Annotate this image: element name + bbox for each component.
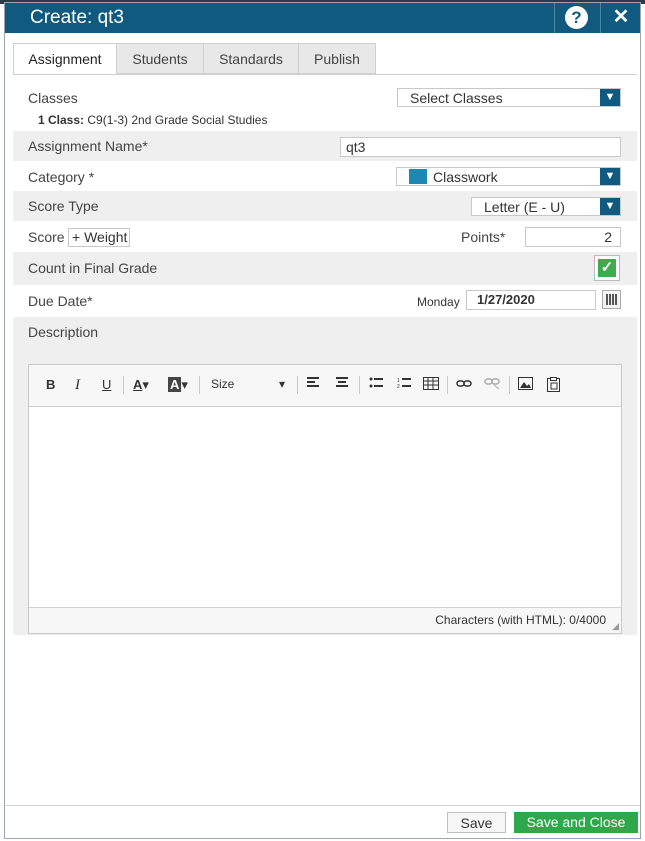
score-label: Score bbox=[28, 229, 65, 245]
score-type-select-value: Letter (E - U) bbox=[484, 199, 565, 215]
due-date-row: Due Date* Monday 1/27/2020 bbox=[13, 285, 637, 317]
size-dropdown[interactable]: Size ▾ bbox=[211, 377, 285, 391]
due-date-label: Due Date* bbox=[28, 293, 93, 309]
score-type-label: Score Type bbox=[28, 198, 99, 214]
category-row: Category * Classwork ▼ bbox=[13, 161, 637, 191]
count-final-row: Count in Final Grade ✓ bbox=[13, 252, 637, 285]
title-separator bbox=[554, 3, 555, 33]
paste-icon[interactable] bbox=[547, 377, 560, 395]
score-type-row: Score Type Letter (E - U) ▼ bbox=[13, 191, 637, 221]
category-color-swatch bbox=[409, 169, 427, 184]
category-select[interactable]: Classwork ▼ bbox=[396, 167, 621, 186]
category-label: Category * bbox=[28, 169, 95, 185]
svg-text:2: 2 bbox=[397, 384, 400, 389]
help-button[interactable]: ? bbox=[565, 6, 588, 29]
checkmark-icon: ✓ bbox=[598, 259, 616, 277]
assignment-name-input[interactable]: qt3 bbox=[340, 137, 621, 157]
tab-students[interactable]: Students bbox=[116, 43, 204, 74]
italic-icon[interactable]: I bbox=[75, 377, 80, 394]
resize-handle-icon[interactable]: ◢ bbox=[612, 621, 619, 632]
assignment-name-row: Assignment Name* qt3 bbox=[13, 131, 637, 161]
title-separator bbox=[600, 3, 601, 33]
assignment-name-label: Assignment Name* bbox=[28, 138, 148, 154]
save-and-close-button[interactable]: Save and Close bbox=[514, 812, 638, 833]
due-date-input[interactable]: 1/27/2020 bbox=[466, 290, 596, 310]
classes-row: Classes Select Classes ▼ 1 Class: C9(1-3… bbox=[13, 83, 637, 131]
editor-toolbar: B I U A▾ A ▾ Size ▾ 12 bbox=[29, 365, 621, 407]
score-type-select[interactable]: Letter (E - U) ▼ bbox=[471, 197, 621, 216]
background-color-icon[interactable]: A ▾ bbox=[168, 377, 188, 393]
align-center-icon[interactable] bbox=[335, 377, 349, 392]
chevron-down-icon: ▼ bbox=[600, 168, 620, 185]
font-color-icon[interactable]: A▾ bbox=[133, 377, 149, 393]
classes-count: 1 Class: bbox=[38, 113, 85, 127]
dialog-title-bar: Create: qt3 ? ✕ bbox=[5, 3, 640, 33]
tab-standards[interactable]: Standards bbox=[203, 43, 299, 74]
chevron-down-icon: ▼ bbox=[600, 198, 620, 215]
bullet-list-icon[interactable] bbox=[369, 377, 383, 392]
add-weight-button[interactable]: + Weight bbox=[68, 228, 130, 247]
tab-publish[interactable]: Publish bbox=[298, 43, 376, 74]
numbered-list-icon[interactable]: 12 bbox=[397, 377, 411, 392]
footer-divider bbox=[5, 805, 640, 806]
calendar-icon[interactable] bbox=[602, 290, 621, 309]
description-editor: B I U A▾ A ▾ Size ▾ 12 Characters (with … bbox=[28, 364, 622, 634]
unlink-icon[interactable] bbox=[484, 377, 500, 392]
category-select-value: Classwork bbox=[433, 169, 498, 185]
underline-icon[interactable]: U bbox=[102, 377, 111, 392]
tab-divider bbox=[13, 74, 637, 75]
close-button[interactable]: ✕ bbox=[611, 6, 631, 28]
count-final-label: Count in Final Grade bbox=[28, 260, 158, 276]
due-weekday: Monday bbox=[417, 295, 460, 309]
description-label: Description bbox=[28, 324, 99, 340]
image-icon[interactable] bbox=[518, 377, 533, 393]
size-label: Size bbox=[211, 377, 235, 391]
points-input[interactable]: 2 bbox=[525, 227, 621, 247]
score-row: Score + Weight Points* 2 bbox=[13, 221, 637, 252]
link-icon[interactable] bbox=[456, 377, 472, 392]
align-left-icon[interactable] bbox=[307, 377, 321, 392]
chevron-down-icon: ▼ bbox=[600, 89, 620, 106]
count-final-checkbox[interactable]: ✓ bbox=[594, 255, 620, 281]
classes-select-value: Select Classes bbox=[410, 90, 503, 106]
points-label: Points* bbox=[461, 229, 506, 245]
dialog-title: Create: qt3 bbox=[30, 7, 124, 28]
classes-select[interactable]: Select Classes ▼ bbox=[397, 88, 621, 107]
bold-icon[interactable]: B bbox=[46, 377, 55, 392]
classes-label: Classes bbox=[28, 90, 78, 106]
editor-content-area[interactable] bbox=[29, 407, 621, 608]
editor-status-bar: Characters (with HTML): 0/4000 ◢ bbox=[29, 607, 621, 633]
create-assignment-dialog: Create: qt3 ? ✕ Assignment Students Stan… bbox=[4, 2, 641, 839]
save-button[interactable]: Save bbox=[447, 812, 506, 833]
table-icon[interactable] bbox=[423, 377, 439, 393]
tab-assignment[interactable]: Assignment bbox=[13, 43, 117, 75]
classes-detail: C9(1-3) 2nd Grade Social Studies bbox=[87, 113, 268, 127]
character-count: Characters (with HTML): 0/4000 bbox=[435, 613, 606, 627]
